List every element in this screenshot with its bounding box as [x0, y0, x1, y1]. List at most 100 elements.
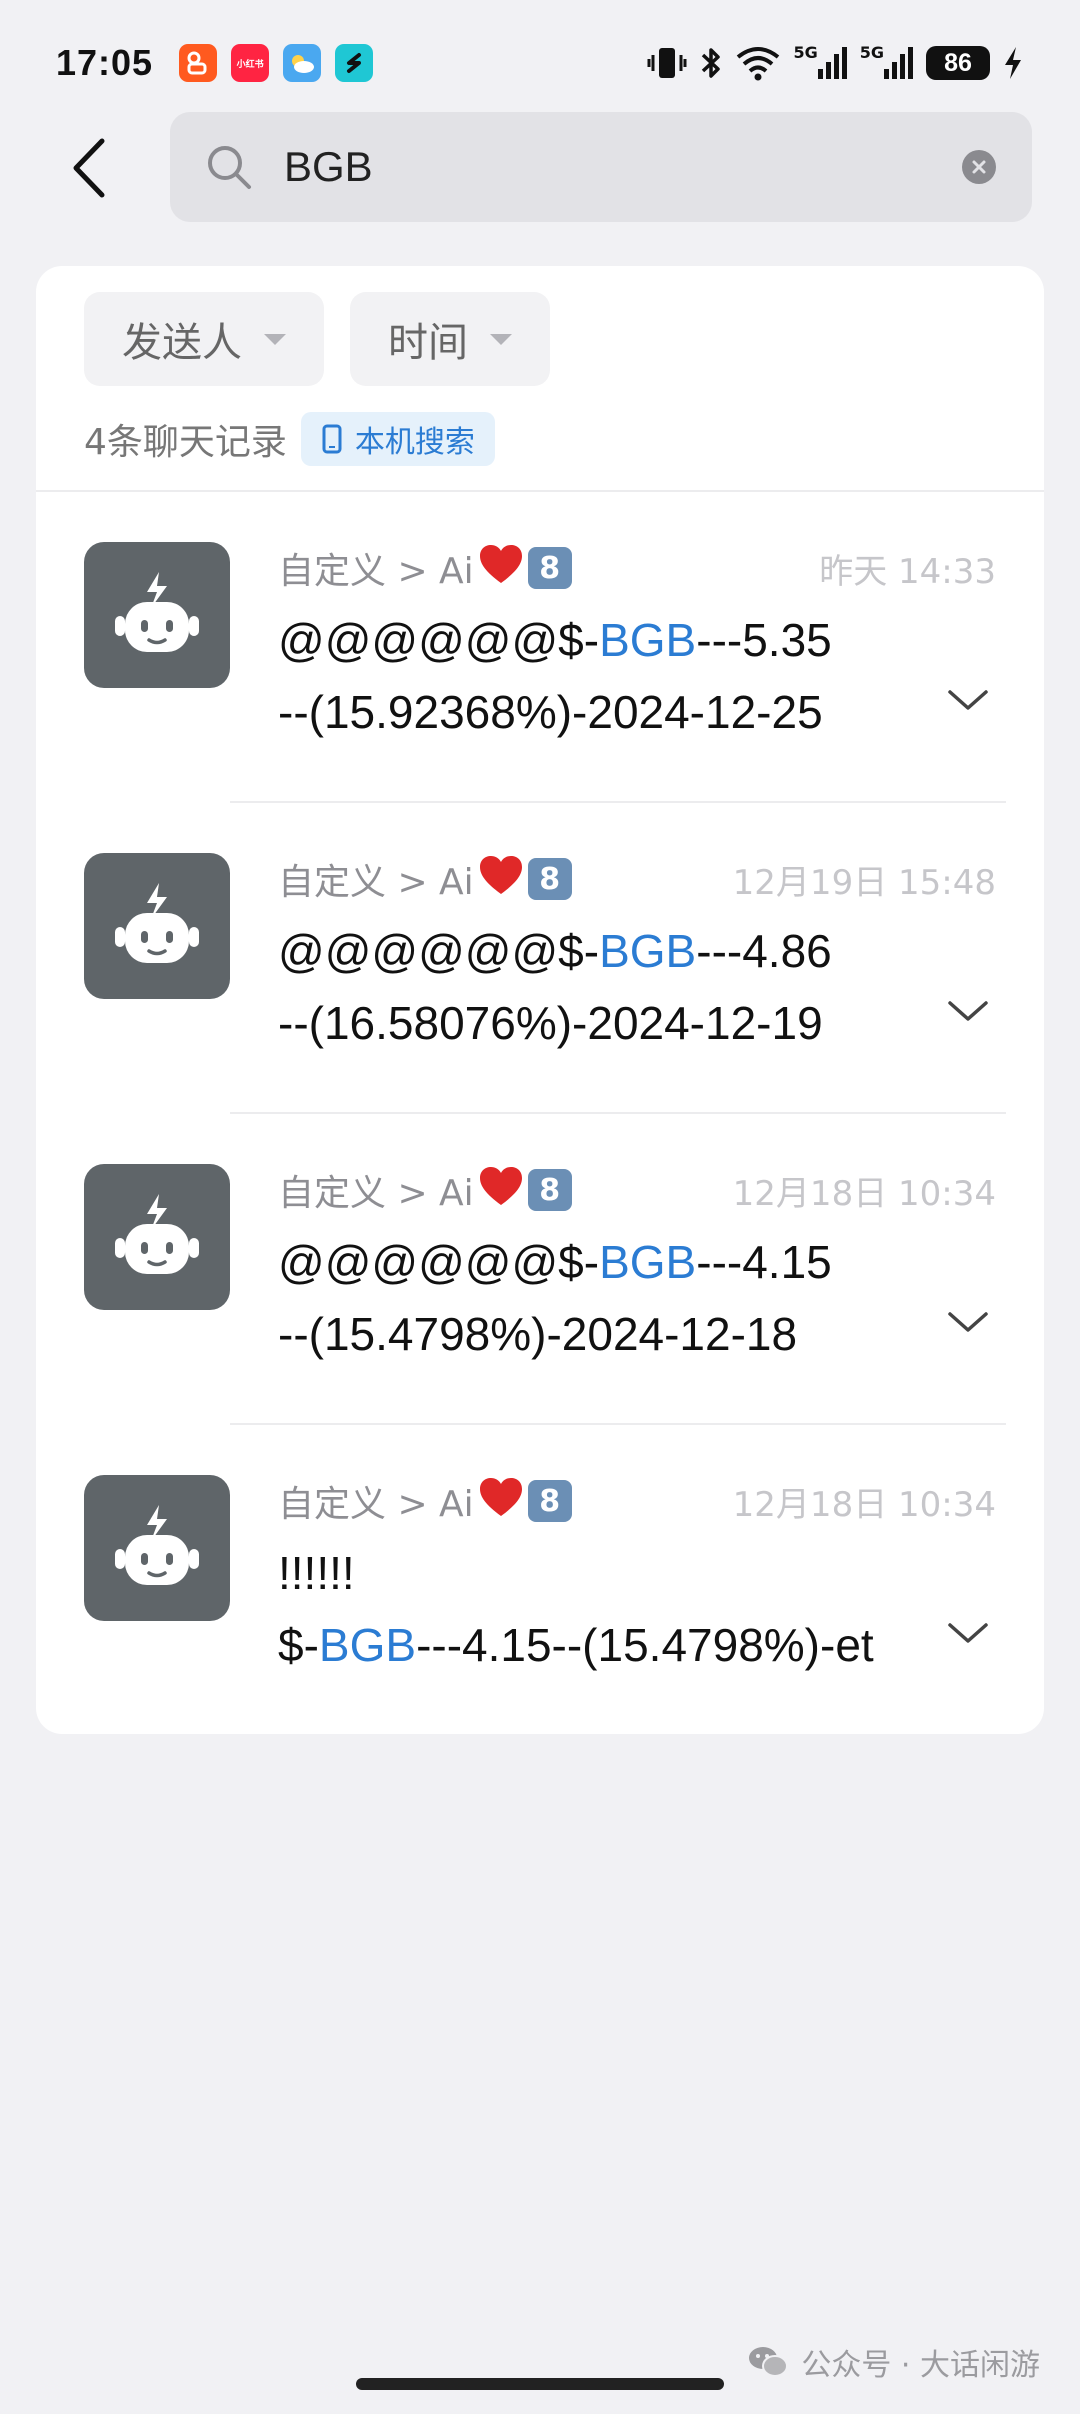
message-line-2: --(15.4798%)-2024-12-18 — [278, 1298, 832, 1370]
keycap-8-icon: 8 — [527, 547, 572, 589]
sender-label: 自定义 > Ai — [278, 862, 474, 903]
text: !!!!!! — [278, 1547, 355, 1599]
keycap-8-icon: 8 — [527, 1169, 572, 1211]
caret-down-icon — [264, 333, 286, 345]
kuaishou-app-icon — [179, 44, 218, 82]
status-right-icons: 5G 5G 86 — [647, 45, 1024, 81]
chevron-down-icon — [948, 1623, 988, 1643]
message-line-1: @@@@@@$-BGB---4.86 — [278, 915, 832, 987]
text: ---4.15--(15.4798%)-et — [416, 1619, 874, 1671]
message-snippet: @@@@@@$-BGB---5.35 --(15.92368%)-2024-12… — [278, 604, 832, 748]
signal-bars-icon — [817, 47, 847, 79]
expand-button[interactable] — [946, 678, 990, 722]
clear-search-button[interactable] — [962, 150, 996, 184]
highlight-keyword: BGB — [318, 1619, 417, 1671]
signal-5g-label-1: 5G — [793, 43, 818, 62]
text: --(16.58076%)-2024-12-19 — [278, 997, 823, 1049]
highlight-keyword: BGB — [599, 925, 697, 977]
watermark-text: 公众号 · 大话闲游 — [801, 2348, 1040, 2383]
heart-icon — [478, 543, 524, 594]
local-search-button[interactable]: 本机搜索 — [300, 412, 495, 466]
notification-app-icons: 小红书 — [179, 44, 374, 82]
avatar — [84, 1164, 230, 1310]
home-indicator[interactable] — [356, 2378, 724, 2390]
message-time: 12月18日 10:34 — [732, 1174, 996, 1214]
expand-button[interactable] — [946, 1611, 990, 1655]
chevron-down-icon — [948, 1312, 988, 1332]
sender-label: 自定义 > Ai — [278, 1173, 474, 1214]
status-time: 17:05 — [56, 42, 154, 83]
chevron-left-icon — [73, 138, 105, 198]
signal-5g-label-2: 5G — [859, 43, 884, 62]
result-item[interactable]: 自定义 > Ai 8 12月18日 10:34 @@@@@@$-BGB---4.… — [36, 1114, 1044, 1425]
message-line-1: @@@@@@$-BGB---5.35 — [278, 604, 832, 676]
text: --(15.4798%)-2024-12-18 — [278, 1308, 798, 1360]
message-snippet: !!!!!! $-BGB---4.15--(15.4798%)-et — [278, 1537, 874, 1681]
keycap-8-icon: 8 — [527, 858, 572, 900]
expand-button[interactable] — [946, 989, 990, 1033]
battery-indicator: 86 — [926, 46, 990, 80]
result-list: 自定义 > Ai 8 昨天 14:33 @@@@@@$-BGB---5.35 -… — [36, 492, 1044, 1734]
sender-label: 自定义 > Ai — [278, 1484, 474, 1525]
text: @@@@@@$- — [278, 925, 600, 977]
result-item[interactable]: 自定义 > Ai 8 昨天 14:33 @@@@@@$-BGB---5.35 -… — [36, 492, 1044, 803]
xiaohongshu-label: 小红书 — [236, 59, 264, 70]
chevron-down-icon — [948, 690, 988, 710]
sender-path: 自定义 > Ai 8 — [278, 1475, 572, 1527]
wechat-icon — [747, 2344, 789, 2380]
results-card: 发送人 时间 4条聊天记录 本机搜索 自定义 > Ai 8 昨天 14:33 @… — [36, 266, 1044, 1734]
robot-icon — [115, 572, 199, 652]
message-time: 12月18日 10:34 — [732, 1485, 996, 1525]
weather-app-icon — [283, 44, 322, 82]
result-item[interactable]: 自定义 > Ai 8 12月19日 15:48 @@@@@@$-BGB---4.… — [36, 803, 1044, 1114]
message-time: 昨天 14:33 — [819, 552, 996, 592]
result-item[interactable]: 自定义 > Ai 8 12月18日 10:34 !!!!!! $-BGB---4… — [36, 1425, 1044, 1734]
back-button[interactable] — [54, 132, 126, 204]
robot-icon — [115, 883, 199, 963]
message-line-1: @@@@@@$-BGB---4.15 — [278, 1226, 832, 1298]
signal-5g-2: 5G — [860, 45, 914, 81]
phone-icon — [321, 424, 343, 454]
keycap-8-icon: 8 — [527, 1480, 572, 1522]
message-time: 12月19日 15:48 — [732, 863, 996, 903]
sender-filter[interactable]: 发送人 — [84, 292, 324, 386]
sender-path: 自定义 > Ai 8 — [278, 542, 572, 594]
text: ---4.86 — [696, 925, 832, 977]
message-line-2: $-BGB---4.15--(15.4798%)-et — [278, 1609, 874, 1681]
time-filter[interactable]: 时间 — [350, 292, 550, 386]
message-line-2: --(15.92368%)-2024-12-25 — [278, 676, 832, 748]
highlight-keyword: BGB — [599, 614, 697, 666]
expand-button[interactable] — [946, 1300, 990, 1344]
text: ---4.15 — [696, 1236, 832, 1288]
watermark: 公众号 · 大话闲游 — [747, 2340, 1040, 2384]
time-filter-label: 时间 — [388, 320, 468, 366]
heart-icon — [478, 1476, 524, 1527]
heart-icon — [478, 854, 524, 905]
bluetooth-icon — [699, 45, 723, 81]
avatar — [84, 853, 230, 999]
sender-filter-label: 发送人 — [122, 320, 242, 366]
xiaohongshu-app-icon: 小红书 — [231, 44, 270, 82]
status-bar: 17:05 小红书 5G 5G 86 — [0, 0, 1080, 126]
search-box[interactable] — [170, 112, 1032, 222]
search-icon — [206, 144, 252, 190]
sender-path: 自定义 > Ai 8 — [278, 1164, 572, 1216]
avatar — [84, 542, 230, 688]
charging-icon — [1002, 45, 1024, 81]
avatar — [84, 1475, 230, 1621]
close-icon — [972, 160, 986, 174]
local-search-label: 本机搜索 — [354, 425, 475, 460]
signal-bars-icon — [884, 47, 913, 79]
sender-path: 自定义 > Ai 8 — [278, 853, 572, 905]
search-header — [0, 112, 1080, 224]
robot-icon — [115, 1505, 199, 1585]
heart-icon — [478, 1165, 524, 1216]
signal-5g-1: 5G — [793, 45, 847, 81]
highlight-keyword: BGB — [599, 1236, 697, 1288]
message-line-1: !!!!!! — [278, 1537, 874, 1609]
text: $- — [278, 1619, 319, 1671]
result-count: 4条聊天记录 — [84, 422, 287, 463]
vibrate-icon — [647, 45, 687, 81]
search-input[interactable] — [284, 143, 962, 191]
filter-bar: 发送人 时间 — [84, 292, 550, 386]
